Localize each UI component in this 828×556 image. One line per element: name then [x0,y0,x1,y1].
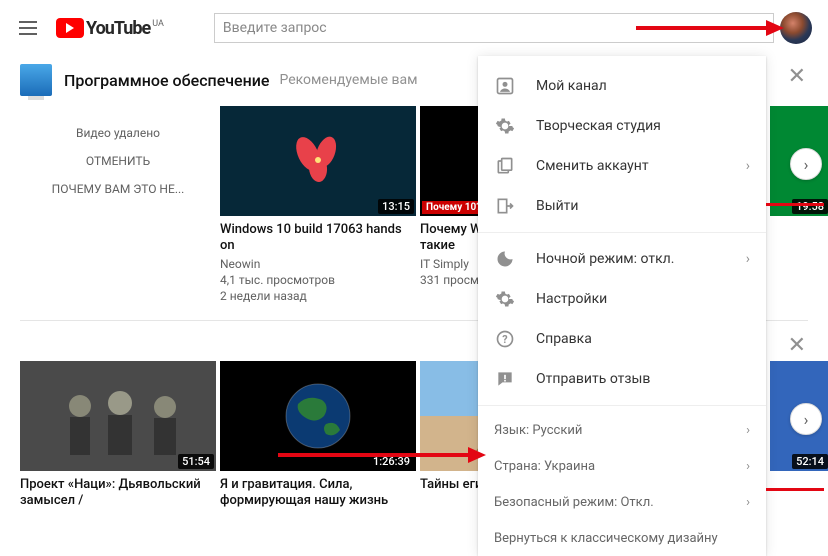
view-count: 4,1 тыс. просмотров [220,272,416,288]
menu-label: Творческая студия [536,118,661,134]
duration-badge: 13:15 [378,199,414,214]
menu-label: Справка [536,331,592,347]
chevron-right-icon: › [746,423,750,438]
divider [478,232,766,233]
close-icon[interactable]: ✕ [788,333,806,358]
deleted-card: Видео удалено ОТМЕНИТЬ ПОЧЕМУ ВАМ ЭТО НЕ… [20,106,216,304]
video-title[interactable]: Я и гравитация. Сила, формирующая нашу ж… [220,477,416,509]
account-box-icon [494,75,516,97]
menu-label: Мой канал [536,78,607,94]
section-title: Программное обеспечение [64,71,269,90]
duration-badge: 52:14 [792,454,828,469]
video-title[interactable]: Проект «Наци»: Дьявольский замысел / [20,477,216,509]
gear-icon [494,288,516,310]
menu-help[interactable]: ? Справка [478,319,766,359]
menu-label: Язык: Русский [494,423,582,438]
chevron-right-icon: › [804,410,809,429]
video-card[interactable]: 1:26:39 Я и гравитация. Сила, формирующа… [220,361,416,511]
video-card[interactable]: 13:15 Windows 10 build 17063 hands on Ne… [220,106,416,304]
duration-badge: 19:58 [792,199,828,214]
menu-restricted-mode[interactable]: Безопасный режим: Откл. › [478,484,766,520]
menu-switch-account[interactable]: Сменить аккаунт › [478,146,766,186]
shelf-next-button[interactable]: › [790,403,822,435]
menu-my-channel[interactable]: Мой канал [478,66,766,106]
menu-dark-theme[interactable]: Ночной режим: откл. › [478,239,766,279]
annotation-arrow [278,445,488,465]
video-title[interactable]: Windows 10 build 17063 hands on [220,222,416,254]
chevron-right-icon: › [746,158,750,174]
menu-creator-studio[interactable]: Творческая студия [478,106,766,146]
menu-country[interactable]: Страна: Украина › [478,448,766,484]
country-code: UA [152,19,164,29]
shelf-next-button[interactable]: › [790,148,822,180]
close-icon[interactable]: ✕ [788,64,806,89]
menu-sign-out[interactable]: Выйти [478,186,766,226]
menu-icon[interactable] [16,16,40,40]
switch-account-icon [494,155,516,177]
thumb-banner: Почему 10? [422,201,485,214]
why-link[interactable]: ПОЧЕМУ ВАМ ЭТО НЕ... [52,182,185,196]
menu-label: Страна: Украина [494,459,595,474]
thumbnail[interactable]: 13:15 [220,106,416,216]
menu-label: Сменить аккаунт [536,158,649,174]
channel-name[interactable]: Neowin [220,256,416,272]
exit-icon [494,195,516,217]
chevron-right-icon: › [804,155,809,174]
menu-settings[interactable]: Настройки [478,279,766,319]
chevron-right-icon: › [746,251,750,267]
svg-text:?: ? [502,333,507,346]
gear-icon [494,115,516,137]
annotation-underline [766,203,824,206]
upload-age: 2 недели назад [220,288,416,304]
duration-badge: 51:54 [178,454,214,469]
video-card[interactable]: 51:54 Проект «Наци»: Дьявольский замысел… [20,361,216,511]
menu-label: Ночной режим: откл. [536,251,674,267]
moon-icon [494,248,516,270]
menu-label: Отправить отзыв [536,371,650,387]
divider [478,405,766,406]
menu-label: Настройки [536,291,607,307]
menu-label: Вернуться к классическому дизайну [494,531,718,546]
menu-label: Безопасный режим: Откл. [494,495,654,510]
menu-classic-design[interactable]: Вернуться к классическому дизайну [478,520,766,556]
annotation-underline [766,488,824,491]
menu-label: Выйти [536,198,579,214]
help-icon: ? [494,328,516,350]
menu-feedback[interactable]: Отправить отзыв [478,359,766,399]
play-icon [56,18,84,38]
section-subtitle: Рекомендуемые вам [279,72,417,88]
menu-language[interactable]: Язык: Русский › [478,412,766,448]
chevron-right-icon: › [746,495,750,510]
software-icon [20,64,52,96]
deleted-label: Видео удалено [76,126,160,140]
account-menu: Мой канал Творческая студия Сменить акка… [478,56,766,556]
feedback-icon [494,368,516,390]
annotation-arrow [636,18,786,38]
logo-text: YouTube [86,18,150,39]
undo-button[interactable]: ОТМЕНИТЬ [86,154,150,168]
thumbnail[interactable]: 51:54 [20,361,216,471]
youtube-logo[interactable]: YouTube UA [56,18,164,39]
chevron-right-icon: › [746,459,750,474]
